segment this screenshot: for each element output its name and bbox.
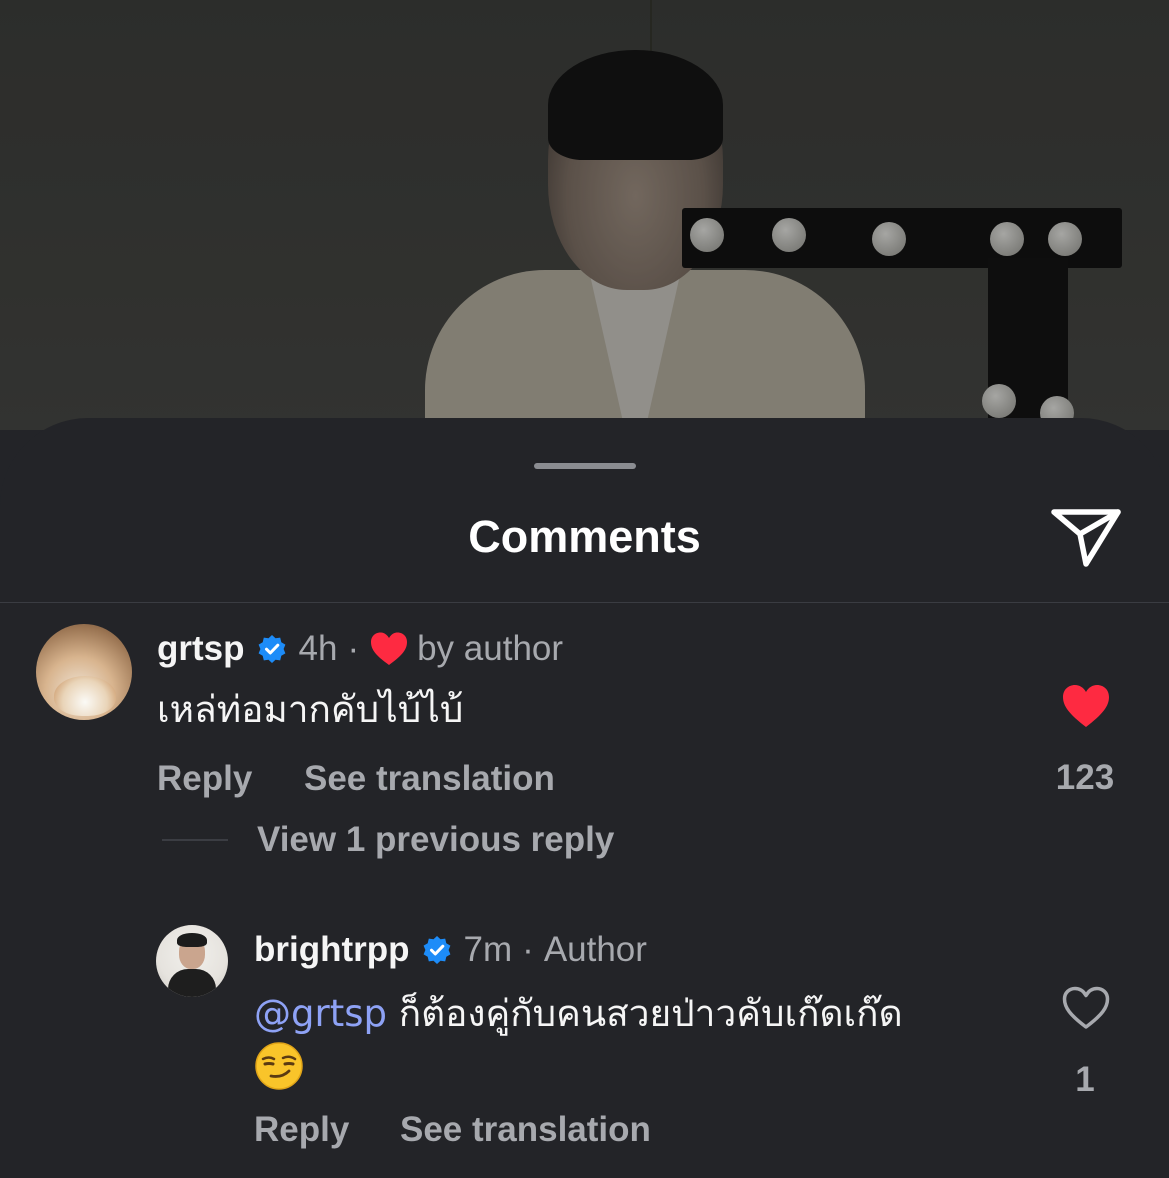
- avatar-grtsp[interactable]: [36, 624, 132, 720]
- verified-badge-icon: [423, 936, 450, 964]
- comment-1-header: grtsp 4h · by author: [157, 627, 563, 671]
- comment-1-like-button[interactable]: [1061, 683, 1111, 729]
- comment-1-like-count: 123: [1055, 758, 1115, 797]
- comment-1-time: 4h: [298, 629, 338, 668]
- comment-2-see-translation[interactable]: See translation: [400, 1110, 651, 1150]
- smirking-face-icon: [255, 1041, 303, 1090]
- comment-1-liked-by-author: by author: [417, 629, 564, 668]
- comment-1-separator: ·: [347, 629, 360, 668]
- replies-connector-line: [162, 839, 228, 841]
- comment-1-reply-button[interactable]: Reply: [157, 759, 252, 799]
- sheet-title: Comments: [468, 511, 701, 562]
- comment-2-username[interactable]: brightrpp: [254, 930, 410, 970]
- comment-2-like-count: 1: [1075, 1060, 1095, 1099]
- comment-2-author-label: Author: [543, 930, 647, 969]
- avatar-hair: [177, 933, 207, 947]
- sheet-drag-handle[interactable]: [534, 463, 636, 469]
- comment-2-separator: ·: [522, 930, 534, 969]
- avatar-dog: [54, 676, 116, 716]
- comment-2-mention[interactable]: @grtsp: [254, 992, 387, 1035]
- comment-1-text: เหล่ท่อมากคับไบ้ไบ้: [157, 688, 464, 731]
- comment-2-time: 7m: [463, 930, 513, 969]
- photo-dim-overlay: [0, 0, 1169, 430]
- comment-2-header: brightrpp 7m · Author: [254, 928, 647, 972]
- header-divider: [0, 602, 1169, 603]
- verified-badge-icon: [258, 635, 285, 663]
- send-icon: [1051, 509, 1121, 567]
- view-previous-replies-button[interactable]: View 1 previous reply: [257, 820, 614, 860]
- avatar-brightrpp[interactable]: [156, 925, 228, 997]
- heart-by-author-icon: [371, 632, 408, 665]
- comment-2-body: @grtsp ก็ต้องคู่กับคนสวยป่าวคับเก๊ดเก๊ด: [254, 989, 1014, 1091]
- heart-filled-icon: [1063, 685, 1109, 727]
- share-button[interactable]: [1048, 500, 1128, 572]
- comment-1-username[interactable]: grtsp: [157, 629, 245, 669]
- heart-outline-icon: [1062, 986, 1110, 1029]
- comment-2-like-button[interactable]: [1061, 985, 1111, 1031]
- comment-2-reply-button[interactable]: Reply: [254, 1110, 349, 1150]
- post-photo-background: [0, 0, 1169, 430]
- comment-2-text: ก็ต้องคู่กับคนสวยป่าวคับเก๊ดเก๊ด: [398, 992, 903, 1035]
- avatar-body: [168, 969, 216, 997]
- comment-1-see-translation[interactable]: See translation: [304, 759, 555, 799]
